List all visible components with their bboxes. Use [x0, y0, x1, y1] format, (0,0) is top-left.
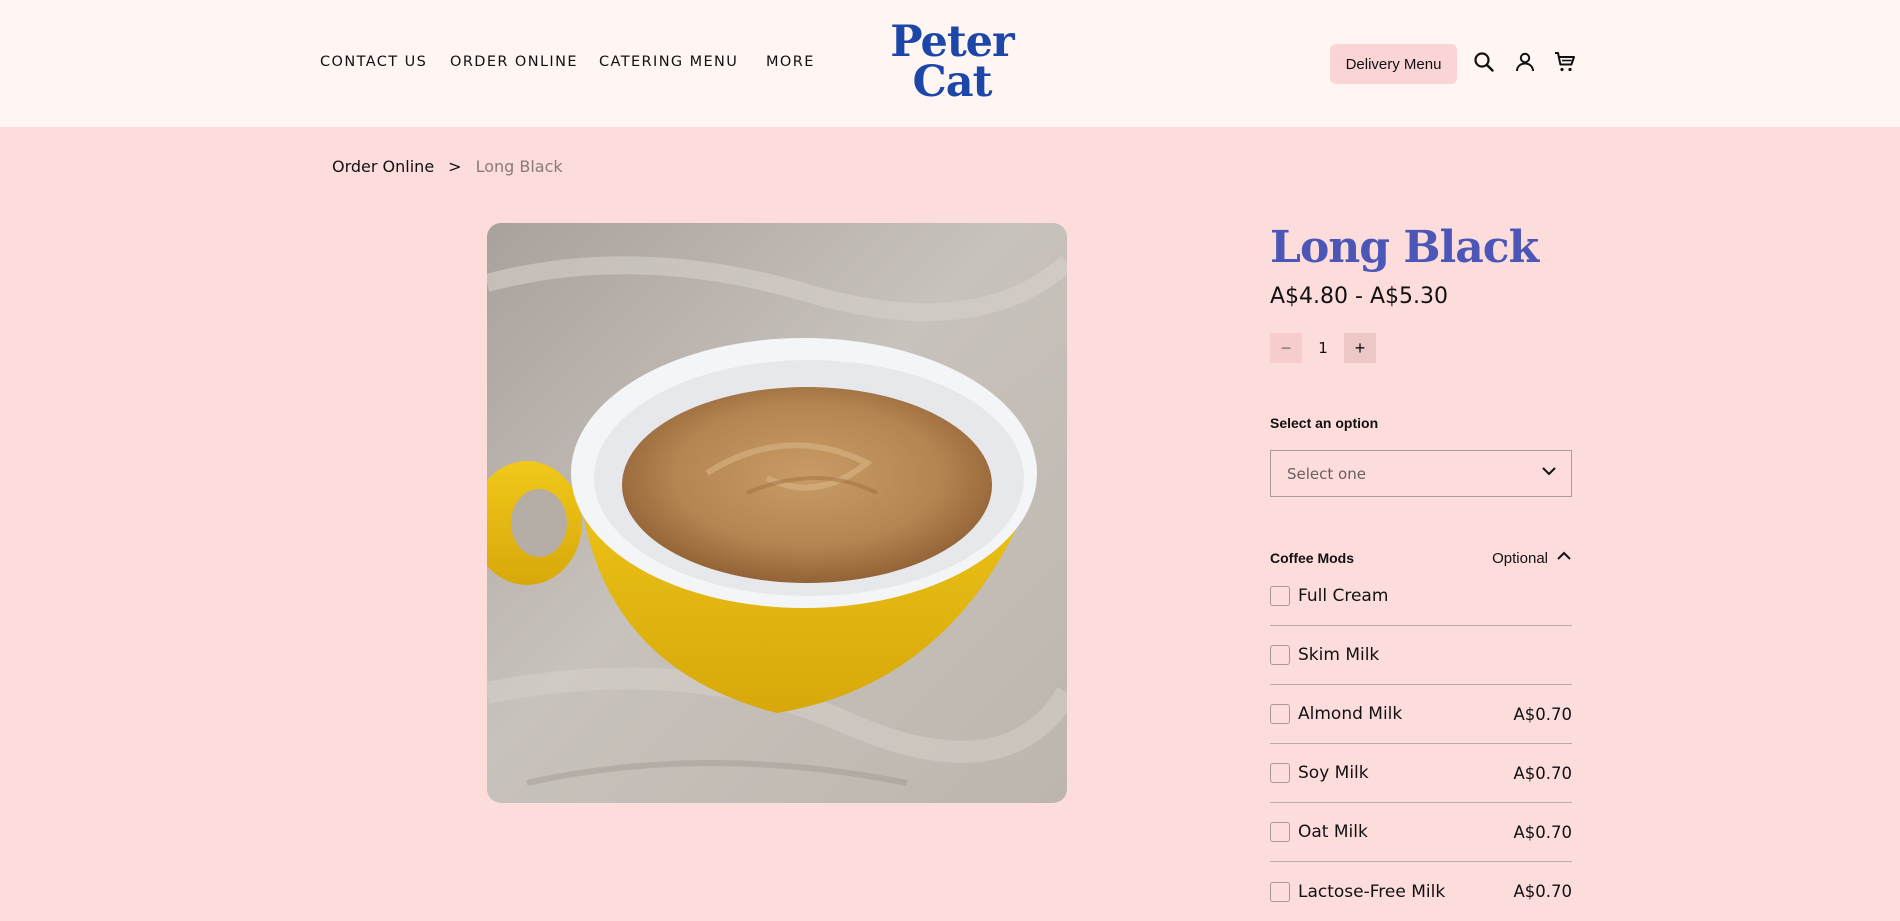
mod-price: A$0.70	[1513, 763, 1572, 783]
coffee-mods-header[interactable]: Coffee Mods Optional	[1270, 548, 1572, 568]
chevron-up-icon	[1556, 548, 1572, 568]
cart-icon[interactable]	[1553, 50, 1577, 74]
list-item[interactable]: Almond Milk A$0.70	[1270, 685, 1572, 744]
list-item[interactable]: Soy Milk A$0.70	[1270, 744, 1572, 803]
site-header: CONTACT US ORDER ONLINE CATERING MENU MO…	[0, 0, 1900, 127]
mod-label: Skim Milk	[1298, 645, 1380, 665]
breadcrumb: Order Online > Long Black	[332, 157, 563, 176]
breadcrumb-current: Long Black	[475, 157, 563, 176]
checkbox[interactable]	[1270, 822, 1290, 842]
nav-order-online[interactable]: ORDER ONLINE	[450, 54, 578, 70]
coffee-cup-illustration	[487, 223, 1067, 803]
checkbox[interactable]	[1270, 586, 1290, 606]
list-item[interactable]: Skim Milk	[1270, 626, 1572, 685]
list-item[interactable]: Full Cream	[1270, 567, 1572, 626]
checkbox[interactable]	[1270, 704, 1290, 724]
optional-label: Optional	[1492, 549, 1548, 567]
logo[interactable]: Peter Cat	[890, 17, 1014, 107]
search-icon[interactable]	[1472, 50, 1496, 74]
mod-label: Soy Milk	[1298, 763, 1369, 783]
mod-label: Oat Milk	[1298, 822, 1368, 842]
quantity-stepper: − 1 +	[1270, 333, 1376, 363]
logo-line-1: Peter	[890, 17, 1014, 67]
coffee-mods-toggle[interactable]: Optional	[1492, 548, 1572, 568]
nav-contact-us[interactable]: CONTACT US	[320, 54, 427, 70]
quantity-increase-button[interactable]: +	[1344, 333, 1376, 363]
quantity-value[interactable]: 1	[1302, 339, 1344, 357]
mod-label: Lactose-Free Milk	[1298, 881, 1446, 902]
nav-more[interactable]: MORE	[766, 54, 815, 70]
delivery-menu-button[interactable]: Delivery Menu	[1330, 44, 1457, 84]
option-select-value: Select one	[1287, 464, 1366, 483]
checkbox[interactable]	[1270, 645, 1290, 665]
mod-price: A$0.70	[1513, 822, 1572, 842]
checkbox[interactable]	[1270, 763, 1290, 783]
quantity-decrease-button[interactable]: −	[1270, 333, 1302, 363]
mod-price: A$0.70	[1513, 704, 1572, 724]
coffee-mods-title: Coffee Mods	[1270, 550, 1354, 566]
nav-catering-menu[interactable]: CATERING MENU	[599, 54, 738, 70]
breadcrumb-separator: >	[448, 157, 462, 176]
list-item[interactable]: Lactose-Free Milk A$0.70	[1270, 862, 1572, 921]
breadcrumb-order-online[interactable]: Order Online	[332, 157, 434, 176]
mod-label: Full Cream	[1298, 586, 1389, 606]
chevron-down-icon	[1541, 463, 1557, 484]
product-price: A$4.80 - A$5.30	[1270, 284, 1448, 309]
option-select[interactable]: Select one	[1270, 450, 1572, 497]
mod-label: Almond Milk	[1298, 704, 1403, 724]
list-item[interactable]: Oat Milk A$0.70	[1270, 803, 1572, 862]
checkbox[interactable]	[1270, 881, 1290, 902]
logo-line-2: Cat	[912, 57, 993, 107]
coffee-mods-list: Full Cream Skim Milk Almond Milk A$0.70 …	[1270, 567, 1572, 921]
mod-price: A$0.70	[1513, 882, 1572, 901]
option-label: Select an option	[1270, 415, 1379, 431]
product-title: Long Black	[1270, 222, 1539, 273]
account-icon[interactable]	[1513, 50, 1537, 74]
product-image[interactable]	[487, 223, 1067, 803]
